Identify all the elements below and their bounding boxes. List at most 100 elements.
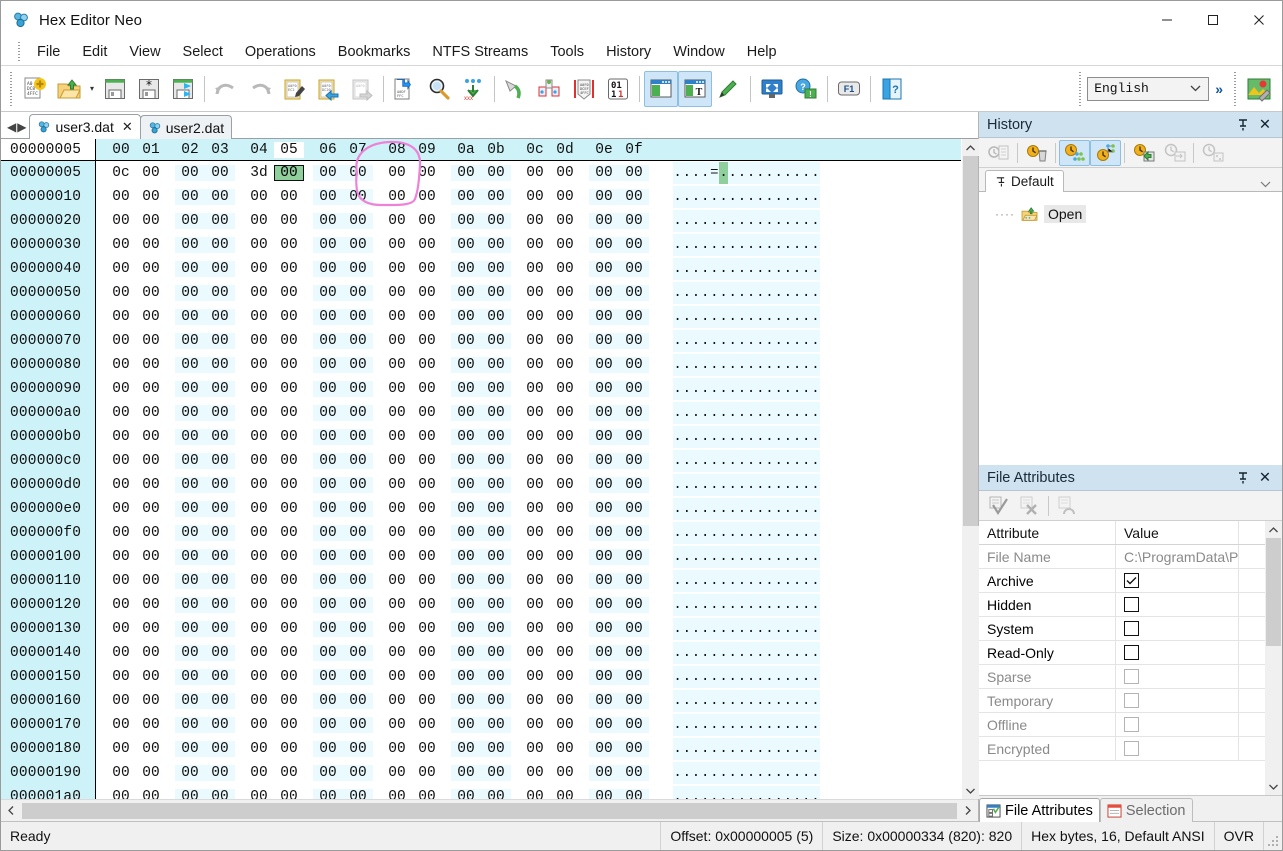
ascii-cell[interactable]: . [701, 714, 710, 736]
ascii-cell[interactable]: . [747, 258, 756, 280]
hex-byte-cell[interactable]: 00 [136, 549, 166, 565]
hex-byte-cell[interactable]: 00 [313, 717, 343, 733]
hex-byte-cell[interactable]: 00 [274, 741, 304, 757]
ascii-cell[interactable]: . [774, 306, 783, 328]
ascii-cell[interactable]: . [682, 354, 691, 376]
hex-byte-cell[interactable]: 00 [313, 309, 343, 325]
ascii-cell[interactable]: . [728, 378, 737, 400]
table-row[interactable]: 000001a0 00 00 00 00 00 00 00 00 00 00 00 00 00 00 00 00… [1, 785, 961, 799]
ascii-cell[interactable]: . [737, 306, 746, 328]
ascii-cells[interactable]: ................ [673, 762, 820, 784]
ascii-cell[interactable]: . [719, 498, 728, 520]
hex-byte-cell[interactable]: 00 [550, 597, 580, 613]
ascii-cell[interactable]: . [765, 378, 774, 400]
edit-mode-icon[interactable] [712, 71, 746, 107]
hex-byte-cell[interactable]: 00 [451, 357, 481, 373]
ascii-cell[interactable]: . [701, 546, 710, 568]
ascii-cell[interactable]: . [811, 186, 820, 208]
ascii-cell[interactable]: . [710, 354, 719, 376]
ascii-cell[interactable]: . [774, 786, 783, 799]
fullscreen-icon[interactable] [755, 71, 789, 107]
history-details-icon[interactable] [983, 140, 1014, 166]
hex-byte-cell[interactable]: 00 [481, 453, 511, 469]
ascii-cell[interactable]: . [783, 762, 792, 784]
hex-byte-cell[interactable]: 00 [481, 549, 511, 565]
ascii-cell[interactable]: . [682, 450, 691, 472]
ascii-cell[interactable]: . [682, 306, 691, 328]
hex-byte-cell[interactable]: 00 [520, 645, 550, 661]
ascii-cell[interactable]: . [710, 474, 719, 496]
hex-byte-cell[interactable]: 00 [550, 429, 580, 445]
ascii-cell[interactable]: . [765, 282, 774, 304]
hex-byte-cell[interactable]: 00 [313, 693, 343, 709]
hex-byte-cell[interactable]: 00 [106, 405, 136, 421]
ascii-cell[interactable]: . [682, 234, 691, 256]
ascii-cell[interactable]: . [774, 354, 783, 376]
ascii-cell[interactable]: . [710, 402, 719, 424]
hex-byte-cell[interactable]: 00 [343, 597, 373, 613]
hex-byte-cell[interactable]: 00 [175, 453, 205, 469]
close-icon[interactable]: ✕ [1254, 467, 1276, 489]
table-row[interactable]: 00000080 00 00 00 00 00 00 00 00 00 00 00 00 00 00 00 00… [1, 353, 961, 377]
ascii-cell[interactable]: . [701, 210, 710, 232]
ascii-cell[interactable]: . [765, 474, 774, 496]
hex-column-label-02[interactable]: 02 [175, 142, 205, 158]
replace-icon[interactable]: xxx [456, 71, 490, 107]
hex-byte-cell[interactable]: 00 [619, 453, 649, 469]
ascii-cell[interactable]: . [756, 330, 765, 352]
ascii-cell[interactable]: . [673, 282, 682, 304]
hex-byte-cell[interactable]: 00 [313, 741, 343, 757]
ascii-cell[interactable]: . [691, 330, 700, 352]
hex-byte-cell[interactable]: 00 [520, 213, 550, 229]
ascii-cell[interactable]: . [691, 498, 700, 520]
hex-byte-cell[interactable]: 00 [412, 501, 442, 517]
ascii-cell[interactable]: . [811, 282, 820, 304]
ascii-cell[interactable]: . [792, 162, 801, 184]
ascii-cell[interactable]: . [802, 786, 811, 799]
ascii-cell[interactable]: . [747, 570, 756, 592]
ascii-cell[interactable]: . [747, 666, 756, 688]
ascii-cell[interactable]: . [747, 186, 756, 208]
ascii-cell[interactable]: . [710, 714, 719, 736]
hex-byte-cell[interactable]: 00 [313, 189, 343, 205]
hex-byte-cell[interactable]: 00 [412, 549, 442, 565]
hex-byte-cell[interactable]: 00 [205, 261, 235, 277]
ascii-cell[interactable]: . [737, 738, 746, 760]
ascii-cell[interactable]: . [701, 306, 710, 328]
hex-byte-cell[interactable]: 00 [244, 693, 274, 709]
hex-byte-cell[interactable]: 00 [481, 405, 511, 421]
hex-byte-cell[interactable]: 00 [313, 237, 343, 253]
ascii-cell[interactable]: . [792, 258, 801, 280]
ascii-cell[interactable]: . [737, 258, 746, 280]
ascii-cell[interactable]: . [691, 234, 700, 256]
hex-byte-cell[interactable]: 00 [589, 549, 619, 565]
load-history-icon[interactable] [1159, 140, 1190, 166]
hex-byte-cell[interactable]: 00 [382, 453, 412, 469]
hex-byte-cell[interactable]: 00 [412, 621, 442, 637]
ascii-cells[interactable]: ................ [673, 354, 820, 376]
ascii-cell[interactable]: . [747, 522, 756, 544]
hex-byte-cell[interactable]: 00 [136, 765, 166, 781]
hex-byte-cell[interactable]: 00 [451, 717, 481, 733]
hex-byte-cell[interactable]: 00 [175, 237, 205, 253]
hex-byte-cell[interactable]: 00 [343, 453, 373, 469]
ascii-cell[interactable]: . [719, 690, 728, 712]
hex-byte-cell[interactable]: 00 [382, 597, 412, 613]
ascii-cell[interactable]: . [682, 666, 691, 688]
ascii-cell[interactable]: . [719, 762, 728, 784]
ascii-cell[interactable]: . [783, 738, 792, 760]
hex-byte-cell[interactable]: 00 [136, 597, 166, 613]
hex-byte-cell[interactable]: 00 [343, 765, 373, 781]
hex-byte-cell[interactable]: 00 [451, 213, 481, 229]
hex-byte-cell[interactable]: 00 [451, 741, 481, 757]
ascii-cell[interactable]: . [691, 618, 700, 640]
ascii-cell[interactable]: . [673, 714, 682, 736]
ascii-cell[interactable]: . [765, 354, 774, 376]
ascii-cell[interactable]: . [728, 762, 737, 784]
hex-byte-cell[interactable]: 00 [550, 405, 580, 421]
hex-byte-cell[interactable]: 00 [382, 381, 412, 397]
ascii-cell[interactable]: . [719, 282, 728, 304]
toolbar-grip[interactable] [8, 71, 15, 106]
ascii-cell[interactable]: . [774, 522, 783, 544]
hex-byte-cell[interactable]: 00 [382, 429, 412, 445]
